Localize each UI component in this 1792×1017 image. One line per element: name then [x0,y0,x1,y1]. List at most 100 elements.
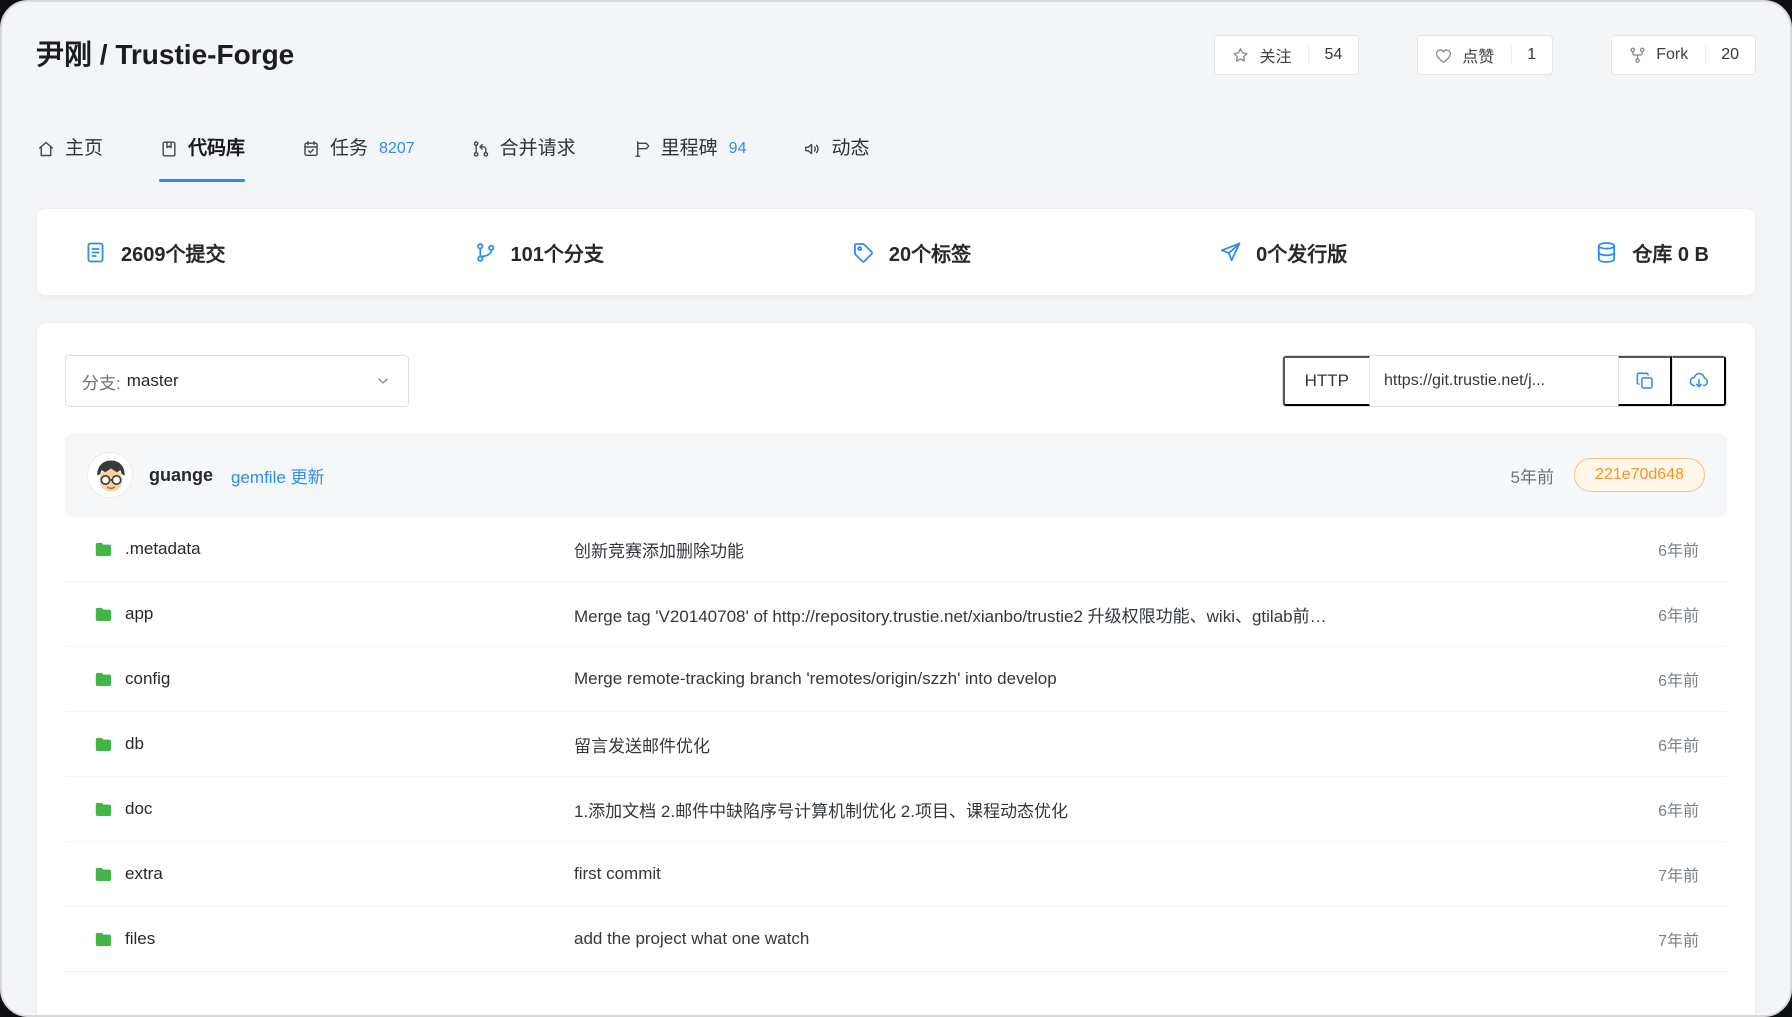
heart-icon [1434,46,1453,65]
commit-message-link[interactable]: gemfile 更新 [231,463,325,488]
stat-storage[interactable]: 仓库 0 B [1594,238,1709,267]
file-commit-time: 6年前 [1658,732,1699,756]
commit-meta: 5年前 221e70d648 [1511,458,1705,492]
stat-tags-label: 20个标签 [889,238,971,267]
repo-icon [159,139,179,159]
file-commit-message[interactable]: Merge tag 'V20140708' of http://reposito… [574,602,1658,627]
activity-speaker-icon [802,139,822,159]
tab-repository-label: 代码库 [188,136,245,162]
file-row-config[interactable]: config Merge remote-tracking branch 'rem… [65,647,1727,712]
tab-milestones-count: 94 [729,136,747,162]
tab-activity[interactable]: 动态 [802,136,869,182]
praise-label: 点赞 [1462,43,1494,67]
file-row-files[interactable]: files add the project what one watch 7年前 [65,907,1727,972]
file-commit-time: 6年前 [1658,602,1699,626]
stat-tags[interactable]: 20个标签 [851,238,971,267]
file-commit-message[interactable]: Merge remote-tracking branch 'remotes/or… [574,669,1658,689]
cloud-download-icon [1688,370,1710,392]
copy-url-button[interactable] [1618,356,1672,406]
tasks-icon [301,139,321,159]
repo-stats-bar: 2609个提交 101个分支 20个标签 0个发行版 仓库 0 B [36,208,1756,296]
folder-icon [93,604,114,625]
file-name[interactable]: .metadata [125,539,201,559]
branch-value: master [127,371,179,391]
stat-storage-label: 仓库 0 B [1632,238,1709,267]
file-list: .metadata 创新竞赛添加删除功能 6年前 app Merge tag '… [65,517,1727,972]
stat-releases-label: 0个发行版 [1256,238,1347,267]
repo-header: 尹刚 / Trustie-Forge 关注 54 点赞 1 For [2,2,1790,76]
avatar[interactable] [87,452,133,498]
stat-commits-label: 2609个提交 [121,238,226,267]
file-commit-time: 7年前 [1658,927,1699,951]
file-commit-message[interactable]: 1.添加文档 2.邮件中缺陷序号计算机制优化 2.项目、课程动态优化 [574,797,1658,822]
tab-milestones-label: 里程碑 [661,136,718,162]
repo-toolbar: 分支: master HTTP [65,355,1727,407]
tab-home-label: 主页 [65,136,103,162]
file-name[interactable]: extra [125,864,163,884]
milestone-icon [632,139,652,159]
file-commit-message[interactable]: first commit [574,864,1658,884]
file-name[interactable]: app [125,604,153,624]
fork-icon [1628,46,1647,65]
stat-releases[interactable]: 0个发行版 [1218,238,1347,267]
stat-commits[interactable]: 2609个提交 [83,238,226,267]
clone-url-group: HTTP [1282,355,1727,407]
watch-button[interactable]: 关注 54 [1214,35,1359,75]
file-commit-message[interactable]: 创新竞赛添加删除功能 [574,537,1658,562]
merge-request-icon [471,139,491,159]
page-title: 尹刚 / Trustie-Forge [36,34,294,76]
stat-branches[interactable]: 101个分支 [473,238,604,267]
fork-button[interactable]: Fork 20 [1611,35,1756,75]
tab-milestones[interactable]: 里程碑 94 [632,136,747,182]
tab-repository[interactable]: 代码库 [159,136,245,182]
branch-selector[interactable]: 分支: master [65,355,409,407]
home-icon [36,139,56,159]
branch-icon [473,240,498,265]
download-button[interactable] [1672,356,1726,406]
tab-activity-label: 动态 [831,136,869,162]
folder-icon [93,734,114,755]
praise-button[interactable]: 点赞 1 [1417,35,1553,75]
protocol-http-button[interactable]: HTTP [1283,356,1370,406]
commit-author[interactable]: guange [149,465,213,486]
file-commit-message[interactable]: add the project what one watch [574,929,1658,949]
file-name[interactable]: doc [125,799,152,819]
file-name[interactable]: db [125,734,144,754]
tab-tasks[interactable]: 任务 8207 [301,136,415,182]
latest-commit-bar: guange gemfile 更新 5年前 221e70d648 [65,433,1727,517]
star-icon [1231,46,1250,65]
file-row-db[interactable]: db 留言发送邮件优化 6年前 [65,712,1727,777]
file-row-app[interactable]: app Merge tag 'V20140708' of http://repo… [65,582,1727,647]
file-commit-time: 6年前 [1658,797,1699,821]
header-actions: 关注 54 点赞 1 Fork 20 [1214,35,1756,75]
fork-label: Fork [1656,46,1688,64]
file-row-extra[interactable]: extra first commit 7年前 [65,842,1727,907]
folder-icon [93,669,114,690]
tab-tasks-count: 8207 [379,136,415,162]
file-commit-time: 6年前 [1658,667,1699,691]
clone-url-input[interactable] [1370,356,1618,406]
repository-page: 尹刚 / Trustie-Forge 关注 54 点赞 1 For [0,0,1792,1017]
file-row-metadata[interactable]: .metadata 创新竞赛添加删除功能 6年前 [65,517,1727,582]
commit-time: 5年前 [1511,463,1554,488]
folder-icon [93,929,114,950]
tab-home[interactable]: 主页 [36,136,103,182]
file-name[interactable]: config [125,669,170,689]
tab-merge-requests-label: 合并请求 [500,136,576,162]
file-name[interactable]: files [125,929,155,949]
tag-icon [851,240,876,265]
watch-count: 54 [1308,46,1342,64]
release-send-icon [1218,240,1243,265]
commits-icon [83,240,108,265]
fork-count: 20 [1705,46,1739,64]
praise-count: 1 [1511,46,1536,64]
repo-tabs: 主页 代码库 任务 8207 合并请求 里程碑 94 [2,136,1790,182]
commit-hash-badge[interactable]: 221e70d648 [1574,458,1705,492]
tab-merge-requests[interactable]: 合并请求 [471,136,576,182]
copy-icon [1634,370,1656,392]
file-commit-time: 6年前 [1658,537,1699,561]
file-commit-message[interactable]: 留言发送邮件优化 [574,732,1658,757]
file-commit-time: 7年前 [1658,862,1699,886]
file-row-doc[interactable]: doc 1.添加文档 2.邮件中缺陷序号计算机制优化 2.项目、课程动态优化 6… [65,777,1727,842]
watch-label: 关注 [1259,43,1291,67]
